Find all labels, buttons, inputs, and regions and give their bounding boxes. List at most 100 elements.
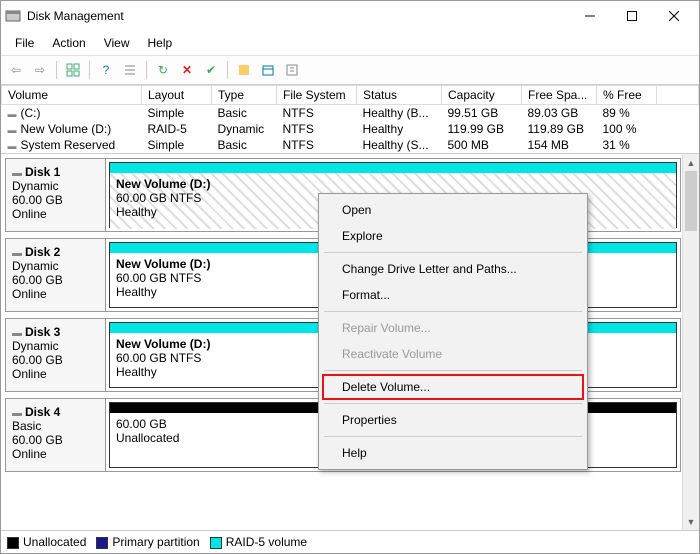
app-icon bbox=[5, 8, 21, 24]
cell-volume: System Reserved bbox=[2, 137, 142, 153]
cm-format[interactable]: Format... bbox=[322, 282, 584, 308]
titlebar: Disk Management bbox=[1, 1, 699, 31]
col-blank bbox=[657, 86, 699, 105]
col-layout[interactable]: Layout bbox=[142, 86, 212, 105]
cell-fs: NTFS bbox=[277, 105, 357, 122]
cell-pct: 89 % bbox=[597, 105, 657, 122]
toolbar-separator bbox=[89, 61, 90, 79]
disk-name: Disk 4 bbox=[12, 405, 99, 419]
cell-fs: NTFS bbox=[277, 121, 357, 137]
scroll-up-icon[interactable]: ▲ bbox=[683, 154, 699, 171]
legend-primary: Primary partition bbox=[96, 535, 199, 549]
scrollbar[interactable]: ▲ ▼ bbox=[682, 154, 699, 530]
cell-type: Basic bbox=[212, 137, 277, 153]
volume-row[interactable]: New Volume (D:)RAID-5DynamicNTFSHealthy1… bbox=[2, 121, 699, 137]
list-icon[interactable] bbox=[119, 59, 141, 81]
disk-status: Online bbox=[12, 287, 99, 301]
col-fs[interactable]: File System bbox=[277, 86, 357, 105]
cell-free: 89.03 GB bbox=[522, 105, 597, 122]
legend-raid5: RAID-5 volume bbox=[210, 535, 307, 549]
cm-repair: Repair Volume... bbox=[322, 315, 584, 341]
delete-icon[interactable]: ✕ bbox=[176, 59, 198, 81]
cm-separator bbox=[324, 370, 582, 371]
calendar-icon[interactable] bbox=[257, 59, 279, 81]
legend: Unallocated Primary partition RAID-5 vol… bbox=[1, 530, 699, 553]
disk-info[interactable]: Disk 3Dynamic60.00 GBOnline bbox=[6, 319, 106, 391]
close-button[interactable] bbox=[653, 2, 695, 30]
cell-free: 154 MB bbox=[522, 137, 597, 153]
cm-open[interactable]: Open bbox=[322, 197, 584, 223]
disk-type: Basic bbox=[12, 419, 99, 433]
col-type[interactable]: Type bbox=[212, 86, 277, 105]
disk-name: Disk 1 bbox=[12, 165, 99, 179]
cm-properties[interactable]: Properties bbox=[322, 407, 584, 433]
views-icon[interactable] bbox=[62, 59, 84, 81]
cell-free: 119.89 GB bbox=[522, 121, 597, 137]
disk-status: Online bbox=[12, 207, 99, 221]
disk-type: Dynamic bbox=[12, 339, 99, 353]
col-status[interactable]: Status bbox=[357, 86, 442, 105]
disk-info[interactable]: Disk 1Dynamic60.00 GBOnline bbox=[6, 159, 106, 231]
col-capacity[interactable]: Capacity bbox=[442, 86, 522, 105]
cell-status: Healthy (B... bbox=[357, 105, 442, 122]
volume-row[interactable]: System ReservedSimpleBasicNTFSHealthy (S… bbox=[2, 137, 699, 153]
cm-help[interactable]: Help bbox=[322, 440, 584, 466]
volume-list: Volume Layout Type File System Status Ca… bbox=[1, 85, 699, 154]
col-pct[interactable]: % Free bbox=[597, 86, 657, 105]
cell-volume: (C:) bbox=[2, 105, 142, 122]
menu-action[interactable]: Action bbox=[44, 33, 93, 53]
properties-icon[interactable] bbox=[281, 59, 303, 81]
volume-row[interactable]: (C:)SimpleBasicNTFSHealthy (B...99.51 GB… bbox=[2, 105, 699, 122]
col-free[interactable]: Free Spa... bbox=[522, 86, 597, 105]
disk-size: 60.00 GB bbox=[12, 193, 99, 207]
cm-reactivate: Reactivate Volume bbox=[322, 341, 584, 367]
new-icon[interactable] bbox=[233, 59, 255, 81]
toolbar-separator bbox=[146, 61, 147, 79]
cell-type: Basic bbox=[212, 105, 277, 122]
disk-status: Online bbox=[12, 367, 99, 381]
cell-layout: RAID-5 bbox=[142, 121, 212, 137]
cm-change-letter[interactable]: Change Drive Letter and Paths... bbox=[322, 256, 584, 282]
cell-volume: New Volume (D:) bbox=[2, 121, 142, 137]
menu-help[interactable]: Help bbox=[140, 33, 181, 53]
maximize-button[interactable] bbox=[611, 2, 653, 30]
refresh-icon[interactable]: ↻ bbox=[152, 59, 174, 81]
cell-capacity: 99.51 GB bbox=[442, 105, 522, 122]
col-volume[interactable]: Volume bbox=[2, 86, 142, 105]
help-icon[interactable]: ? bbox=[95, 59, 117, 81]
minimize-button[interactable] bbox=[569, 2, 611, 30]
cell-capacity: 500 MB bbox=[442, 137, 522, 153]
disk-status: Online bbox=[12, 447, 99, 461]
cell-pct: 100 % bbox=[597, 121, 657, 137]
window-title: Disk Management bbox=[27, 9, 569, 23]
back-button[interactable]: ⇦ bbox=[5, 59, 27, 81]
cm-explore[interactable]: Explore bbox=[322, 223, 584, 249]
forward-button[interactable]: ⇨ bbox=[29, 59, 51, 81]
cm-delete-volume[interactable]: Delete Volume... bbox=[322, 374, 584, 400]
cell-layout: Simple bbox=[142, 105, 212, 122]
disk-info[interactable]: Disk 2Dynamic60.00 GBOnline bbox=[6, 239, 106, 311]
toolbar: ⇦ ⇨ ? ↻ ✕ ✔ bbox=[1, 56, 699, 85]
check-icon[interactable]: ✔ bbox=[200, 59, 222, 81]
window: Disk Management File Action View Help ⇦ … bbox=[0, 0, 700, 554]
volume-name: New Volume (D:) bbox=[116, 177, 670, 191]
disk-size: 60.00 GB bbox=[12, 273, 99, 287]
disk-type: Dynamic bbox=[12, 179, 99, 193]
cm-separator bbox=[324, 311, 582, 312]
cell-pct: 31 % bbox=[597, 137, 657, 153]
disk-type: Dynamic bbox=[12, 259, 99, 273]
scrollbar-thumb[interactable] bbox=[685, 171, 697, 231]
disk-info[interactable]: Disk 4Basic60.00 GBOnline bbox=[6, 399, 106, 471]
disk-name: Disk 3 bbox=[12, 325, 99, 339]
cell-status: Healthy bbox=[357, 121, 442, 137]
menu-file[interactable]: File bbox=[7, 33, 42, 53]
context-menu: Open Explore Change Drive Letter and Pat… bbox=[318, 193, 588, 470]
cm-separator bbox=[324, 436, 582, 437]
menu-view[interactable]: View bbox=[96, 33, 138, 53]
menubar: File Action View Help bbox=[1, 31, 699, 56]
disk-size: 60.00 GB bbox=[12, 433, 99, 447]
disk-size: 60.00 GB bbox=[12, 353, 99, 367]
toolbar-separator bbox=[56, 61, 57, 79]
disk-name: Disk 2 bbox=[12, 245, 99, 259]
scroll-down-icon[interactable]: ▼ bbox=[683, 513, 699, 530]
